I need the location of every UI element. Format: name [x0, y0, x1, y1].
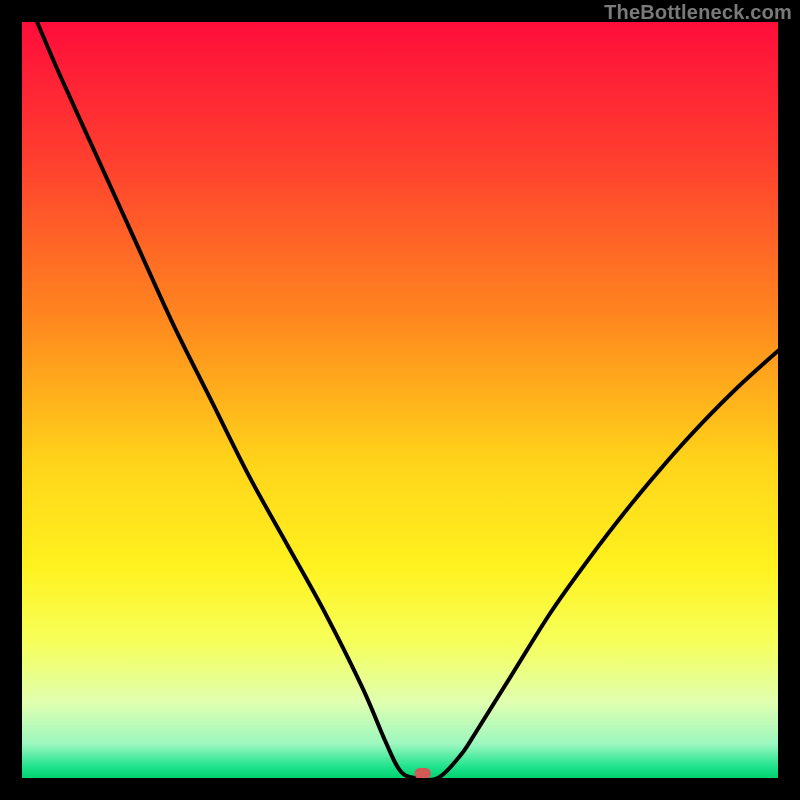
gradient-background	[22, 22, 778, 778]
bottleneck-chart	[22, 22, 778, 778]
optimum-marker	[415, 768, 431, 778]
plot-area	[22, 22, 778, 778]
chart-frame: TheBottleneck.com	[0, 0, 800, 800]
watermark-text: TheBottleneck.com	[604, 2, 792, 25]
